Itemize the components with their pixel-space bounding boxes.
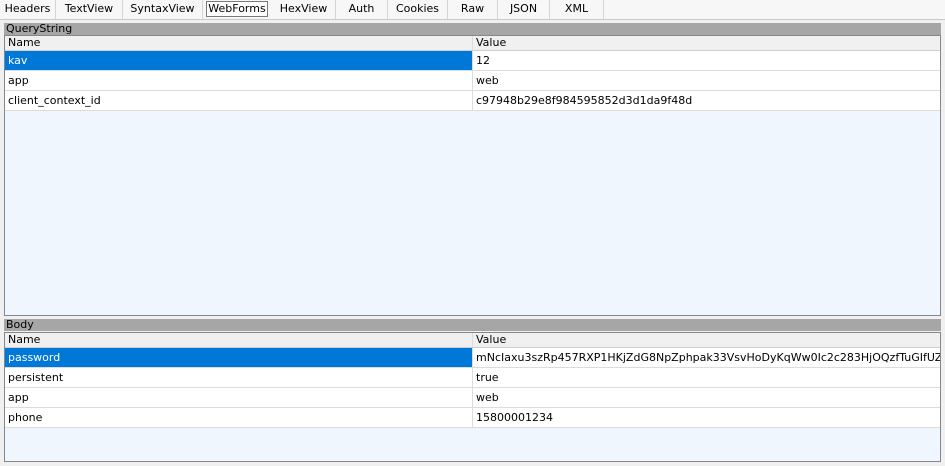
body-header: Body xyxy=(4,319,941,331)
row-name-cell: kav xyxy=(5,51,473,70)
row-name-cell: persistent xyxy=(5,368,473,387)
tab-webforms[interactable]: WebForms xyxy=(206,1,268,17)
tab-syntaxview[interactable]: SyntaxView xyxy=(123,0,203,19)
tab-raw[interactable]: Raw xyxy=(448,0,498,19)
row-value-cell: 12 xyxy=(476,54,490,67)
row-name-cell: phone xyxy=(5,408,473,427)
querystring-row[interactable]: kav 12 xyxy=(5,51,940,71)
row-name-cell: app xyxy=(5,71,473,90)
querystring-header: QueryString xyxy=(4,23,941,35)
row-value-cell: c97948b29e8f984595852d3d1da9f48d xyxy=(476,94,693,107)
body-column-headers: Name Value xyxy=(5,333,940,348)
body-row[interactable]: phone 15800001234 xyxy=(5,408,940,428)
tab-headers[interactable]: Headers xyxy=(0,0,56,19)
row-name-cell: client_context_id xyxy=(5,91,473,110)
querystring-row[interactable]: app web xyxy=(5,71,940,91)
tab-auth[interactable]: Auth xyxy=(336,0,388,19)
querystring-column-headers: Name Value xyxy=(5,36,940,51)
body-row[interactable]: password mNcIaxu3szRp457RXP1HKjZdG8NpZph… xyxy=(5,348,940,368)
body-name-column-header[interactable]: Name xyxy=(5,333,473,347)
inspector-tab-bar: Headers TextView SyntaxView WebForms Hex… xyxy=(0,0,945,20)
tab-json[interactable]: JSON xyxy=(498,0,550,19)
querystring-grid[interactable]: Name Value kav 12 app web client_context… xyxy=(4,35,941,316)
tab-cookies[interactable]: Cookies xyxy=(388,0,448,19)
tab-hexview[interactable]: HexView xyxy=(272,0,336,19)
row-value-cell: mNcIaxu3szRp457RXP1HKjZdG8NpZphpak33VsvH… xyxy=(476,351,940,364)
row-name-cell: app xyxy=(5,388,473,407)
row-name-cell: password xyxy=(5,348,473,367)
row-value-cell: true xyxy=(476,371,499,384)
querystring-name-column-header[interactable]: Name xyxy=(5,36,473,50)
querystring-value-column-header[interactable]: Value xyxy=(473,36,940,50)
row-value-cell: web xyxy=(476,391,499,404)
row-value-cell: web xyxy=(476,74,499,87)
tab-xml[interactable]: XML xyxy=(550,0,604,19)
body-grid[interactable]: Name Value password mNcIaxu3szRp457RXP1H… xyxy=(4,332,941,462)
body-value-column-header[interactable]: Value xyxy=(473,333,940,347)
body-row[interactable]: persistent true xyxy=(5,368,940,388)
body-row[interactable]: app web xyxy=(5,388,940,408)
tab-textview[interactable]: TextView xyxy=(56,0,123,19)
querystring-row[interactable]: client_context_id c97948b29e8f984595852d… xyxy=(5,91,940,111)
row-value-cell: 15800001234 xyxy=(476,411,553,424)
